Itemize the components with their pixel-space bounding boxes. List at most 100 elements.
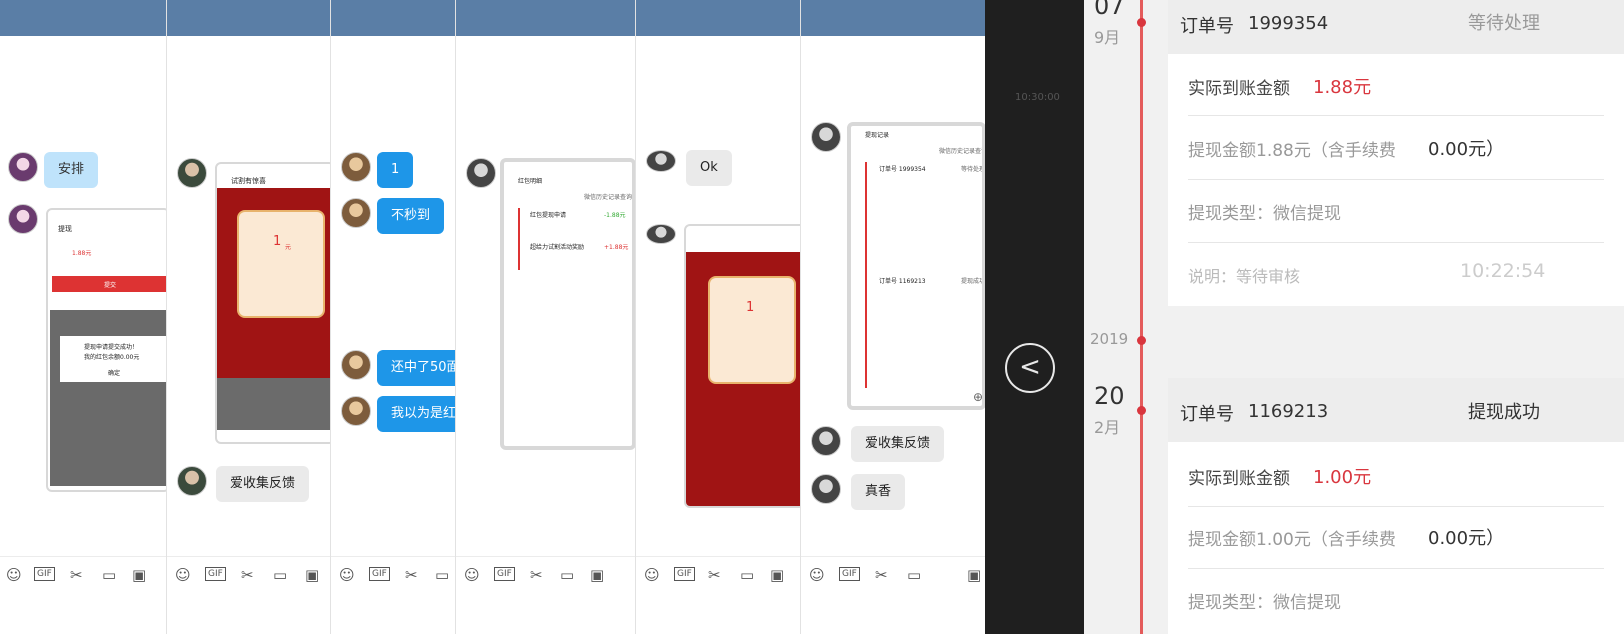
scissors-icon[interactable]: ✂ [405, 567, 418, 583]
withdraw-card[interactable]: 订单号 1999354 等待处理 实际到账金额 1.88元 提现金额1.88元（… [1168, 0, 1624, 306]
gif-icon[interactable]: GIF [205, 567, 226, 581]
back-button[interactable]: < [1005, 343, 1055, 393]
scissors-icon[interactable]: ✂ [708, 567, 721, 583]
avatar[interactable] [341, 396, 371, 426]
scissors-icon[interactable]: ✂ [875, 567, 888, 583]
input-toolbar: ☺ GIF ✂ ▭ ▣ [636, 556, 800, 592]
folder-icon[interactable]: ▭ [907, 567, 921, 583]
received-amount: 1.88元 [1313, 77, 1372, 98]
gif-icon[interactable]: GIF [494, 567, 515, 581]
chat-panel-6: 提现记录 微信历史记录查询 订单号 1999354 等待处理 订单号 11692… [800, 0, 985, 634]
chat-panel-3: 1 不秒到 还中了50面值 我以为是红包 ☺ GIF ✂ ▭ [330, 0, 455, 634]
avatar[interactable] [811, 474, 841, 504]
timeline-dot [1137, 336, 1146, 345]
withdraw-amount-text: 提现金额1.88元（含手续费 [1188, 141, 1396, 161]
mini-row-amount: +1.88元 [604, 244, 629, 251]
chat-panel-2: 试割有惊喜 1 元 爱收集反馈 ☺ GIF ✂ ▭ ▣ [166, 0, 330, 634]
mini-title: 提现 [58, 225, 72, 233]
screenshot-withdraw-record[interactable]: 提现记录 微信历史记录查询 订单号 1999354 等待处理 订单号 11692… [847, 122, 985, 410]
folder-icon[interactable]: ▭ [273, 567, 287, 583]
avatar[interactable] [341, 350, 371, 380]
folder-icon[interactable]: ▭ [102, 567, 116, 583]
card-header: 订单号 1999354 等待处理 [1168, 0, 1624, 54]
mini-row-title: 红包提现申请 [530, 212, 567, 219]
timeline-day: 07 [1094, 0, 1125, 20]
chat-bubble[interactable]: 不秒到 [377, 198, 445, 234]
gif-icon[interactable]: GIF [34, 567, 55, 581]
mini-history-button: 微信历史记录查询 [584, 194, 633, 201]
mini-order: 订单号 1169213 [879, 278, 926, 285]
mini-row-title: 超给力试割活动奖励 [530, 244, 585, 251]
screenshot-trial[interactable]: 试割有惊喜 1 元 [215, 162, 330, 444]
divider [1188, 242, 1604, 243]
folder-icon[interactable]: ▭ [435, 567, 449, 583]
mini-confirm-button: 确定 [108, 370, 121, 377]
image-icon[interactable]: ▣ [770, 567, 784, 583]
note-text: 说明：等待审核 [1188, 267, 1301, 286]
image-icon[interactable]: ▣ [305, 567, 319, 583]
avatar[interactable] [8, 204, 38, 234]
chat-bubble[interactable]: 安排 [44, 152, 99, 188]
mini-balance-text: 我的红包余额0.00元 [84, 354, 140, 361]
scissors-icon[interactable]: ✂ [70, 567, 83, 583]
withdraw-card[interactable]: 订单号 1169213 提现成功 实际到账金额 1.00元 提现金额1.00元（… [1168, 378, 1624, 634]
mini-order-status: 提现成功 [961, 278, 985, 285]
emoji-icon[interactable]: ☺ [6, 567, 22, 583]
chat-bubble[interactable]: 还中了50面值 [377, 350, 455, 386]
screenshot-withdraw[interactable]: 提现 1.88元 提交 提现申请提交成功！ 我的红包余额0.00元 确定 [46, 208, 166, 492]
order-label: 订单号 [1180, 16, 1234, 37]
mini-amount: 1.88元 [72, 250, 92, 257]
avatar[interactable] [177, 158, 207, 188]
avatar[interactable] [811, 122, 841, 152]
avatar[interactable] [177, 466, 207, 496]
emoji-icon[interactable]: ☺ [809, 567, 825, 583]
screenshot-redpack-detail[interactable]: 红包明细 微信历史记录查询 红包提现申请 -1.88元 超给力试割活动奖励 +1… [500, 158, 635, 450]
image-icon[interactable]: ▣ [590, 567, 604, 583]
emoji-icon[interactable]: ☺ [464, 567, 480, 583]
folder-icon[interactable]: ▭ [560, 567, 574, 583]
chevron-left-icon: < [1019, 352, 1041, 382]
gif-icon[interactable]: GIF [674, 567, 695, 581]
chat-bubble[interactable]: Ok [686, 150, 732, 186]
mini-add-icon[interactable]: ⊕ [973, 390, 982, 404]
gif-icon[interactable]: GIF [369, 567, 390, 581]
avatar[interactable] [811, 426, 841, 456]
chat-bubble[interactable]: 爱收集反馈 [851, 426, 945, 462]
input-toolbar: ☺ GIF ✂ ▭ ▣ [0, 556, 166, 592]
card-header: 订单号 1169213 提现成功 [1168, 378, 1624, 442]
scissors-icon[interactable]: ✂ [241, 567, 254, 583]
fee-amount: 0.00元） [1428, 139, 1505, 160]
avatar[interactable] [646, 150, 676, 172]
avatar[interactable] [646, 224, 676, 244]
timestamp: 10:22:54 [1460, 260, 1546, 282]
mini-envelope-amount: 1 [273, 234, 282, 249]
avatar[interactable] [341, 198, 371, 228]
withdraw-type: 提现类型：微信提现 [1188, 204, 1341, 224]
emoji-icon[interactable]: ☺ [339, 567, 355, 583]
chat-bubble[interactable]: 我以为是红包 [377, 396, 455, 432]
mini-success-text: 提现申请提交成功！ [84, 344, 139, 351]
chat-bubble[interactable]: 1 [377, 152, 414, 188]
input-toolbar: ☺ GIF ✂ ▭ [331, 556, 455, 592]
avatar[interactable] [466, 158, 496, 188]
image-icon[interactable]: ▣ [967, 567, 981, 583]
gif-icon[interactable]: GIF [839, 567, 860, 581]
emoji-icon[interactable]: ☺ [644, 567, 660, 583]
order-status: 提现成功 [1468, 402, 1540, 423]
chat-bubble[interactable]: 爱收集反馈 [216, 466, 310, 502]
emoji-icon[interactable]: ☺ [175, 567, 191, 583]
folder-icon[interactable]: ▭ [740, 567, 754, 583]
screenshot-envelope[interactable]: 1 [684, 224, 800, 508]
time-overlay: 10:30:00 [1015, 92, 1060, 103]
fee-amount: 0.00元） [1428, 528, 1505, 549]
received-amount: 1.00元 [1313, 467, 1372, 488]
chat-bubble[interactable]: 真香 [851, 474, 906, 510]
timeline-month: 2月 [1094, 418, 1121, 437]
order-number: 1169213 [1248, 401, 1329, 422]
avatar[interactable] [341, 152, 371, 182]
chat-header [0, 0, 166, 36]
timeline-month: 9月 [1094, 28, 1121, 47]
avatar[interactable] [8, 152, 38, 182]
image-icon[interactable]: ▣ [132, 567, 146, 583]
scissors-icon[interactable]: ✂ [530, 567, 543, 583]
